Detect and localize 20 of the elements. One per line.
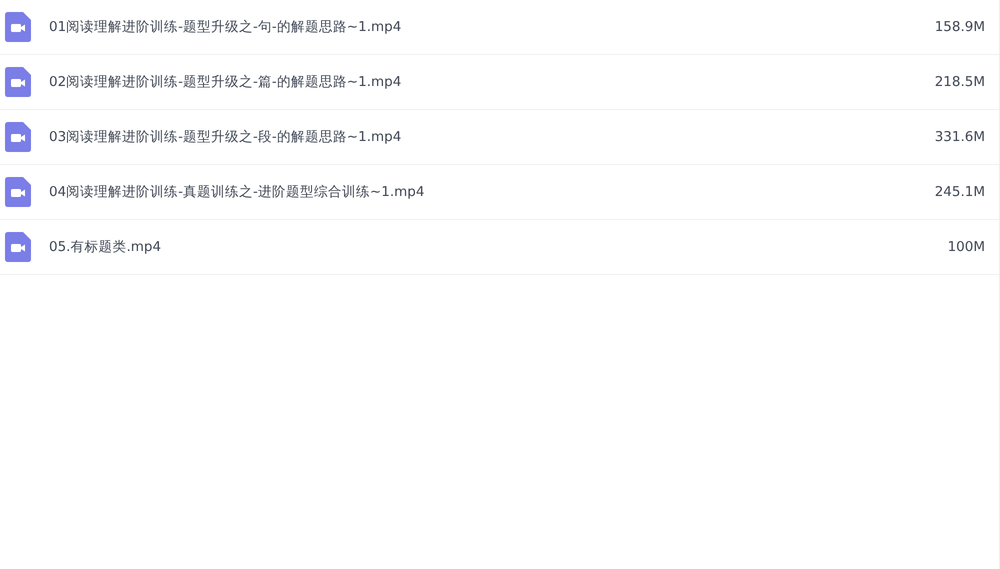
file-row[interactable]: 02阅读理解进阶训练-题型升级之-篇-的解题思路~1.mp4 218.5M — [0, 55, 999, 110]
video-file-icon — [5, 232, 31, 262]
video-file-icon — [5, 177, 31, 207]
file-size: 245.1M — [934, 184, 986, 200]
file-row[interactable]: 03阅读理解进阶训练-题型升级之-段-的解题思路~1.mp4 331.6M — [0, 110, 999, 165]
file-name: 04阅读理解进阶训练-真题训练之-进阶题型综合训练~1.mp4 — [49, 183, 424, 201]
file-size: 218.5M — [934, 74, 986, 90]
file-size: 158.9M — [934, 19, 986, 35]
file-row[interactable]: 04阅读理解进阶训练-真题训练之-进阶题型综合训练~1.mp4 245.1M — [0, 165, 999, 220]
video-file-icon — [5, 12, 31, 42]
video-file-icon — [5, 67, 31, 97]
file-size: 100M — [946, 239, 986, 255]
file-name: 03阅读理解进阶训练-题型升级之-段-的解题思路~1.mp4 — [49, 128, 402, 146]
file-name: 05.有标题类.mp4 — [49, 238, 162, 256]
file-name: 02阅读理解进阶训练-题型升级之-篇-的解题思路~1.mp4 — [49, 73, 402, 91]
video-file-icon — [5, 122, 31, 152]
file-row[interactable]: 01阅读理解进阶训练-题型升级之-句-的解题思路~1.mp4 158.9M — [0, 0, 999, 55]
file-name: 01阅读理解进阶训练-题型升级之-句-的解题思路~1.mp4 — [49, 18, 402, 36]
file-size: 331.6M — [934, 129, 986, 145]
file-row[interactable]: 05.有标题类.mp4 100M — [0, 220, 999, 275]
